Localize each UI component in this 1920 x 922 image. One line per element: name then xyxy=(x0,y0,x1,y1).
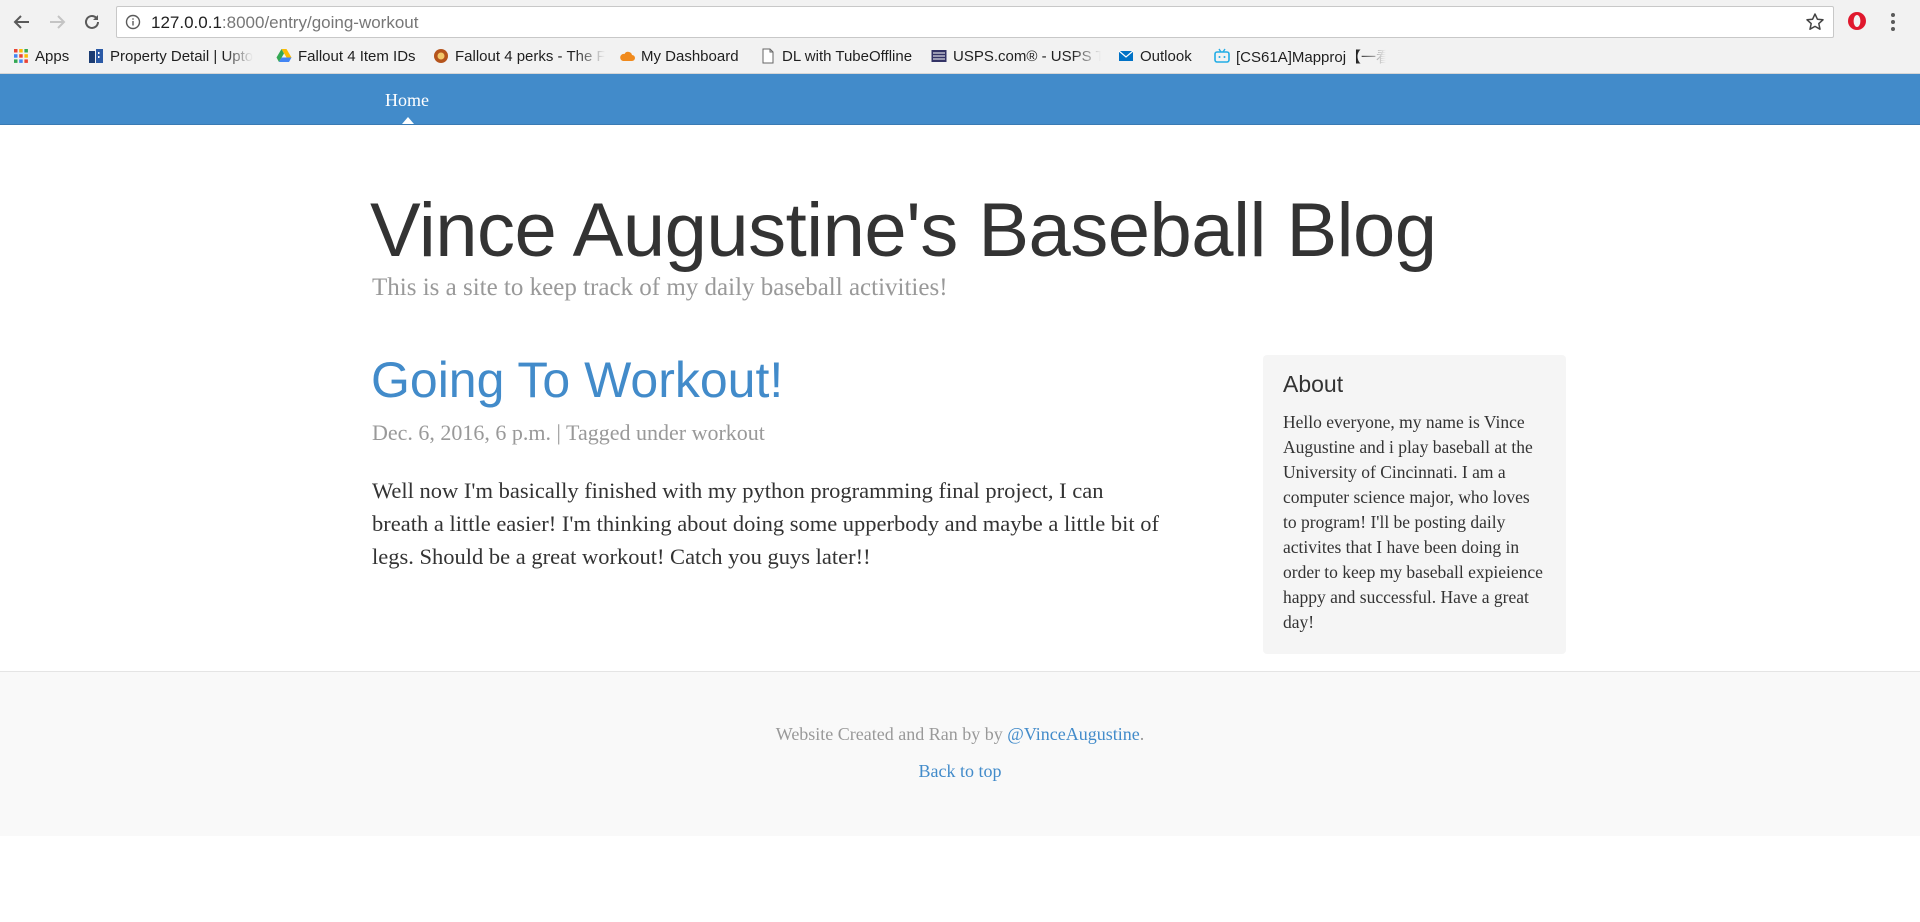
google-drive-icon xyxy=(276,49,292,62)
browser-chrome: 127.0.0.1:8000/entry/going-workout Apps … xyxy=(0,0,1920,74)
usps-icon xyxy=(931,50,947,62)
bookmark-label: Property Detail | Upto xyxy=(110,47,254,65)
browser-menu-icon[interactable] xyxy=(1885,10,1901,34)
credit-prefix: Website Created and Ran by by xyxy=(775,724,1008,744)
about-sidebar: About Hello everyone, my name is Vince A… xyxy=(1263,355,1566,654)
site-navbar: Home xyxy=(0,74,1920,125)
forward-button[interactable] xyxy=(44,9,70,35)
cloud-icon xyxy=(620,51,635,61)
nav-home-link[interactable]: Home xyxy=(385,90,429,111)
post-title-link[interactable]: Going To Workout! xyxy=(371,351,783,409)
post-date: Dec. 6, 2016, 6 p.m. xyxy=(372,420,552,445)
bookmark-fallout-perks[interactable]: Fallout 4 perks - The F xyxy=(433,44,605,68)
active-indicator xyxy=(402,117,414,124)
site-footer: Website Created and Ran by by @VinceAugu… xyxy=(0,671,1920,836)
reload-icon xyxy=(85,14,99,29)
bookmark-label: USPS.com® - USPS Tr xyxy=(953,47,1101,65)
bookmark-label: Outlook xyxy=(1140,47,1192,65)
bookmark-usps[interactable]: USPS.com® - USPS Tr xyxy=(931,44,1101,68)
bookmark-outlook[interactable]: Outlook xyxy=(1118,44,1192,68)
bookmark-label: [CS61A]Mapproj【一看 xyxy=(1236,48,1386,66)
blog-title: Vince Augustine's Baseball Blog xyxy=(370,188,1437,273)
url-host: 127.0.0.1 xyxy=(151,13,222,32)
mail-icon xyxy=(1118,50,1134,61)
post-meta: Dec. 6, 2016, 6 p.m. | Tagged under work… xyxy=(372,420,765,446)
opera-extension-icon[interactable] xyxy=(1846,10,1868,32)
post-tag-prefix: | Tagged under xyxy=(551,420,692,445)
bookmark-my-dashboard[interactable]: My Dashboard xyxy=(619,44,739,68)
url-text[interactable]: 127.0.0.1:8000/entry/going-workout xyxy=(151,13,418,33)
bookmark-tubeoffline[interactable]: DL with TubeOffline xyxy=(760,44,912,68)
post-tag-link[interactable]: workout xyxy=(692,420,765,445)
reload-button[interactable] xyxy=(79,9,105,35)
bookmark-label: Fallout 4 perks - The F xyxy=(455,47,605,65)
gear-badge-icon xyxy=(434,49,448,63)
page-icon xyxy=(762,48,774,64)
back-to-top: Back to top xyxy=(0,761,1920,782)
address-bar[interactable]: 127.0.0.1:8000/entry/going-workout xyxy=(116,6,1834,38)
info-icon[interactable] xyxy=(125,14,141,30)
bookmark-label: Apps xyxy=(35,47,70,65)
bookmark-fallout-item-ids[interactable]: Fallout 4 Item IDs xyxy=(276,44,416,68)
bookmark-label: My Dashboard xyxy=(641,47,739,65)
url-path: :8000/entry/going-workout xyxy=(221,13,419,32)
footer-credit: Website Created and Ran by by @VinceAugu… xyxy=(0,724,1920,745)
author-twitter-link[interactable]: @VinceAugustine xyxy=(1007,724,1139,744)
sidebar-title: About xyxy=(1283,371,1344,397)
bookmarks-bar: Apps Property Detail | Upto Fallout 4 It… xyxy=(0,44,1920,70)
back-button[interactable] xyxy=(9,9,35,35)
back-to-top-link[interactable]: Back to top xyxy=(919,761,1002,781)
bookmark-star-icon[interactable] xyxy=(1805,12,1825,32)
post-body: Well now I'm basically finished with my … xyxy=(372,478,1159,569)
arrow-left-icon xyxy=(13,15,29,29)
bookmark-label: Fallout 4 Item IDs xyxy=(298,47,416,65)
arrow-right-icon xyxy=(50,15,66,29)
bookmark-property-detail[interactable]: Property Detail | Upto xyxy=(88,44,258,68)
credit-suffix: . xyxy=(1139,724,1145,744)
bookmark-label: DL with TubeOffline xyxy=(782,47,913,65)
bookmark-apps[interactable]: Apps xyxy=(13,44,69,68)
apps-grid-icon xyxy=(14,49,28,63)
building-icon xyxy=(89,49,103,63)
blog-description: This is a site to keep track of my daily… xyxy=(372,274,948,301)
bilibili-icon xyxy=(1214,48,1230,63)
bookmark-cs61a[interactable]: [CS61A]Mapproj【一看 xyxy=(1214,44,1386,68)
sidebar-text: Hello everyone, my name is Vince Augusti… xyxy=(1283,412,1543,632)
